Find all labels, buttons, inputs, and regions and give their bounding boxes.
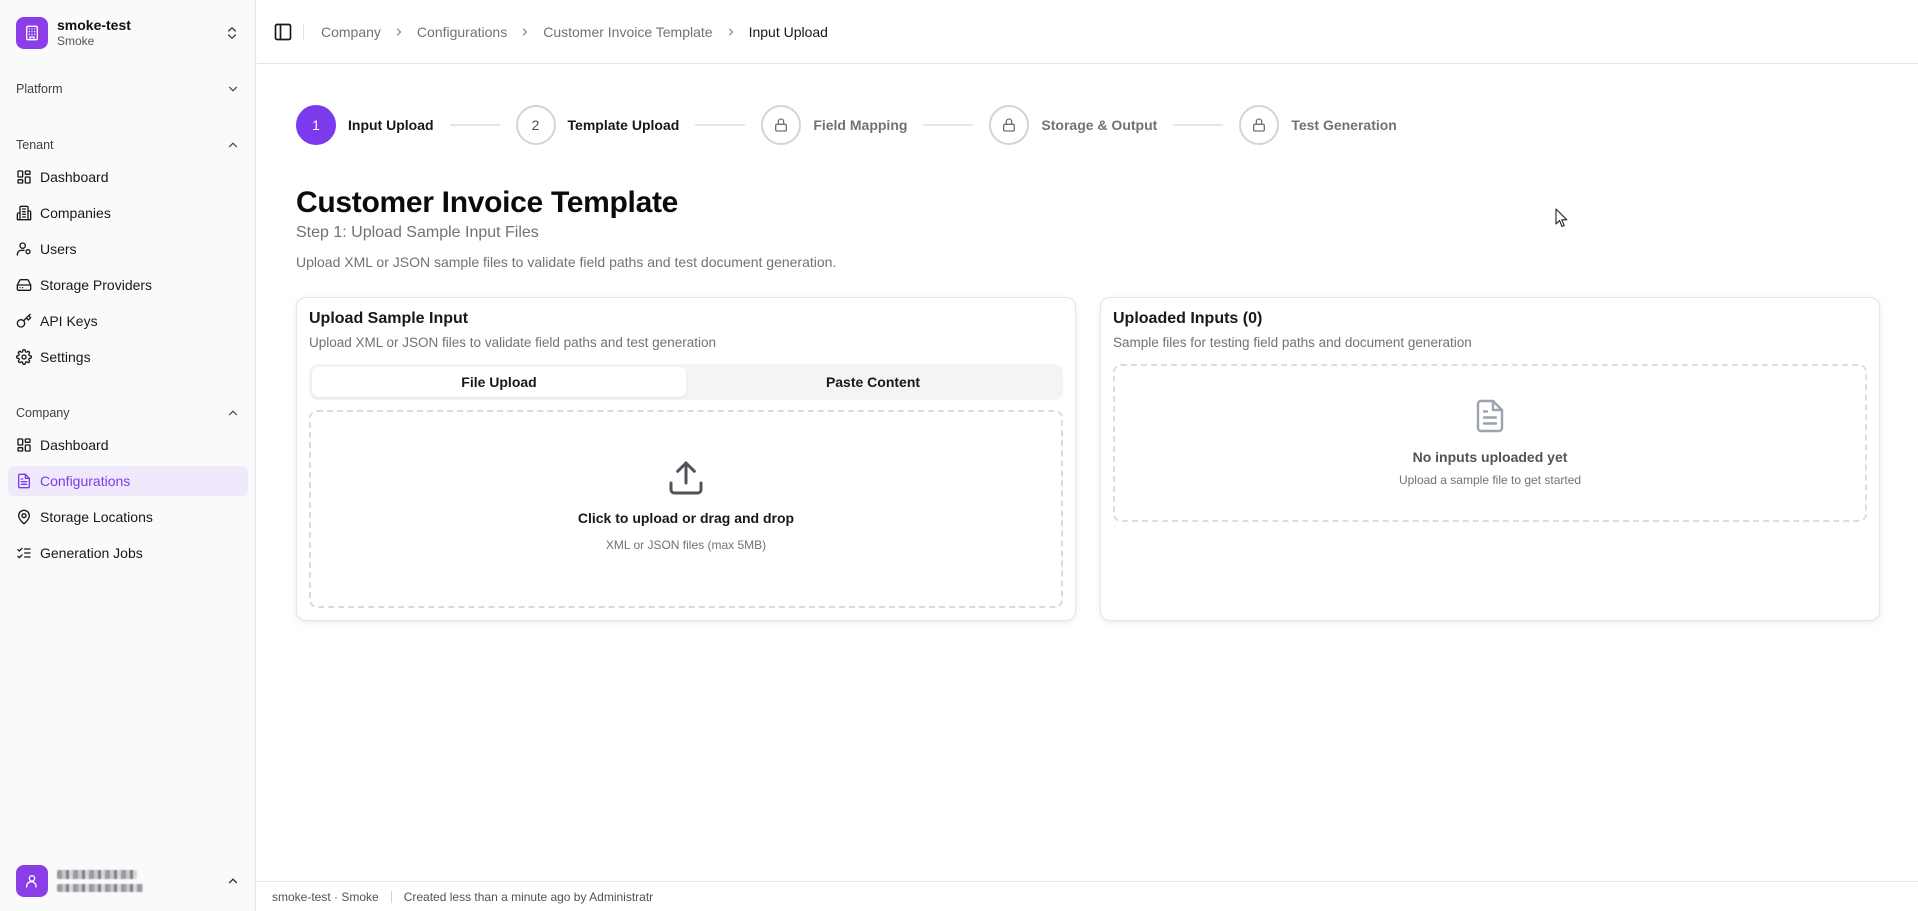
file-text-icon (18, 473, 30, 489)
uploaded-inputs-card: Uploaded Inputs (0) Sample files for tes… (1100, 297, 1880, 621)
chevrons-up-down-icon (228, 27, 236, 39)
step-connector (449, 124, 500, 126)
dropzone-title: Click to upload or drag and drop (577, 510, 795, 526)
chevron-up-icon (228, 410, 238, 416)
sidebar-item-configurations[interactable]: Configurations (8, 466, 248, 496)
step-template-upload[interactable]: 2 Template Upload (515, 105, 680, 145)
breadcrumb-current: Input Upload (748, 24, 828, 40)
building-icon (16, 17, 48, 49)
step-field-mapping: Field Mapping (761, 105, 907, 145)
sidebar-item-api-keys[interactable]: API Keys (8, 306, 248, 336)
dashboard-icon (17, 438, 31, 452)
building-icon (16, 205, 32, 221)
sidebar-item-companies[interactable]: Companies (8, 198, 248, 228)
step-connector (1173, 124, 1224, 126)
group-company-label: Company (16, 406, 70, 420)
page-subtitle: Step 1: Upload Sample Input Files (296, 224, 539, 241)
step-connector (695, 124, 746, 126)
step-label: Template Upload (567, 117, 680, 133)
sidebar-item-storage-providers[interactable]: Storage Providers (8, 270, 248, 300)
empty-state-title: No inputs uploaded yet (1412, 449, 1568, 465)
step-label: Field Mapping (813, 117, 908, 133)
upload-mode-tabs: File Upload Paste Content (309, 364, 1063, 400)
sidebar-item-storage-locations[interactable]: Storage Locations (8, 502, 248, 532)
step-connector (923, 124, 974, 126)
app-root: smoke-test Smoke Platform Tenant Dashboa… (0, 0, 1918, 911)
empty-state: No inputs uploaded yet Upload a sample f… (1113, 364, 1867, 522)
wizard-stepper: 1 Input Upload 2 Template Upload Field M… (296, 105, 1397, 145)
chevron-right-icon (728, 28, 733, 36)
sidebar-item-tenant-dashboard[interactable]: Dashboard (8, 162, 248, 192)
chevron-down-icon (228, 86, 238, 92)
step-1-marker: 1 (296, 105, 336, 145)
top-header: Company Configurations Customer Invoice … (257, 0, 1918, 64)
step-input-upload[interactable]: 1 Input Upload (296, 105, 434, 145)
breadcrumb-company[interactable]: Company (321, 24, 381, 40)
chevron-right-icon (523, 28, 528, 36)
sidebar-item-users[interactable]: Users (8, 234, 248, 264)
group-platform-label: Platform (16, 82, 63, 96)
group-tenant[interactable]: Tenant (8, 130, 248, 160)
card-title: Upload Sample Input (309, 310, 469, 327)
sidebar-toggle-icon[interactable] (273, 22, 293, 42)
empty-state-hint: Upload a sample file to get started (1398, 473, 1582, 487)
step-label: Input Upload (348, 117, 434, 133)
step-storage-output: Storage & Output (989, 105, 1157, 145)
card-description: Upload XML or JSON files to validate fie… (309, 335, 716, 350)
gear-icon (16, 349, 32, 365)
step-4-marker (989, 105, 1030, 145)
breadcrumb-configurations[interactable]: Configurations (417, 24, 507, 40)
hard-drive-icon (16, 279, 32, 291)
footer-created: Created less than a minute ago by Admini… (403, 889, 654, 904)
breadcrumb: Company Configurations Customer Invoice … (321, 0, 828, 64)
sidebar-item-generation-jobs[interactable]: Generation Jobs (8, 538, 248, 568)
tab-paste-content[interactable]: Paste Content (686, 367, 1060, 397)
avatar (16, 865, 48, 897)
tenant-switcher[interactable]: smoke-test Smoke (8, 8, 248, 58)
chevron-up-icon (228, 142, 238, 148)
user-info-redacted (57, 870, 226, 892)
step-label: Test Generation (1291, 117, 1397, 133)
file-text-icon (1476, 399, 1504, 433)
upload-icon (669, 461, 703, 495)
sidebar-item-settings[interactable]: Settings (8, 342, 248, 372)
key-icon (16, 313, 32, 328)
breadcrumb-template[interactable]: Customer Invoice Template (543, 24, 712, 40)
chevron-up-icon (228, 878, 238, 884)
step-5-marker (1239, 105, 1280, 145)
step-label: Storage & Output (1041, 117, 1158, 133)
tenant-subtitle: Smoke (57, 34, 95, 49)
sidebar: smoke-test Smoke Platform Tenant Dashboa… (0, 0, 256, 911)
card-description: Sample files for testing field paths and… (1113, 335, 1472, 350)
user-menu[interactable] (8, 859, 248, 903)
map-pin-icon (18, 509, 30, 525)
upload-sample-card: Upload Sample Input Upload XML or JSON f… (296, 297, 1076, 621)
file-dropzone[interactable]: Click to upload or drag and drop XML or … (309, 410, 1063, 608)
step-2-marker: 2 (515, 105, 556, 145)
lock-icon (775, 118, 788, 132)
page-title: Customer Invoice Template (296, 186, 679, 219)
list-checks-icon (17, 547, 31, 559)
chevron-right-icon (396, 28, 402, 36)
footer-context: smoke-test · Smoke (272, 889, 379, 904)
group-tenant-label: Tenant (16, 138, 54, 152)
users-icon (16, 242, 31, 256)
card-title: Uploaded Inputs (0) (1113, 310, 1263, 327)
sidebar-item-company-dashboard[interactable]: Dashboard (8, 430, 248, 460)
status-footer: smoke-test · Smoke Created less than a m… (257, 881, 1918, 911)
mouse-cursor-icon (1555, 208, 1568, 228)
group-company[interactable]: Company (8, 398, 248, 428)
user-icon (26, 875, 37, 888)
page-description: Upload XML or JSON sample files to valid… (296, 254, 837, 270)
lock-icon (1253, 118, 1266, 132)
tab-file-upload[interactable]: File Upload (312, 367, 686, 397)
step-test-generation: Test Generation (1239, 105, 1397, 145)
tenant-name: smoke-test (57, 17, 131, 34)
step-3-marker (761, 105, 802, 145)
group-platform[interactable]: Platform (8, 74, 248, 104)
lock-icon (1003, 118, 1016, 132)
dashboard-icon (17, 170, 31, 184)
dropzone-hint: XML or JSON files (max 5MB) (605, 538, 767, 552)
